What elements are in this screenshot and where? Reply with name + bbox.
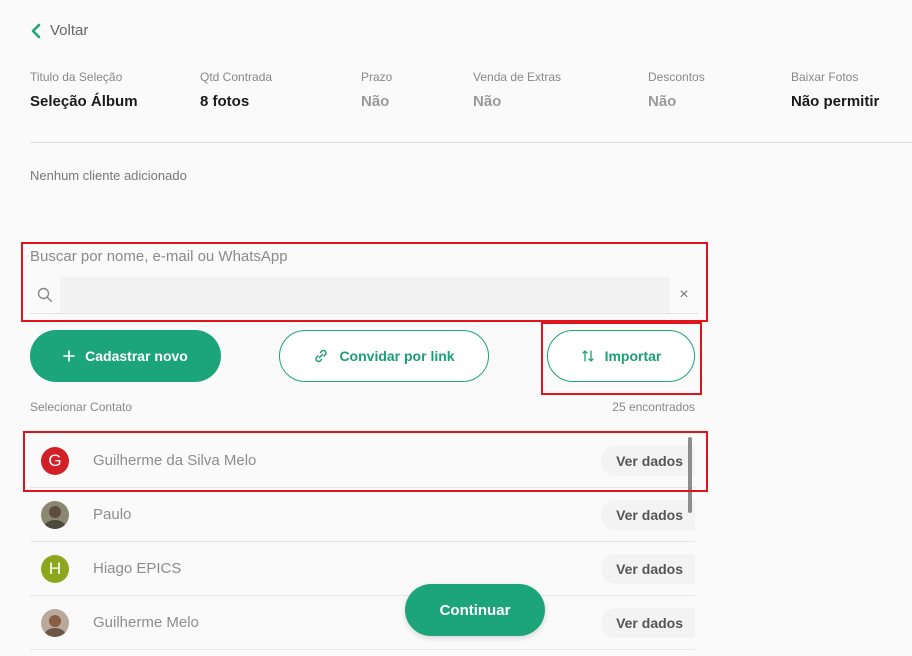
add-new-button[interactable]: Cadastrar novo bbox=[30, 330, 221, 382]
sort-arrows-icon bbox=[581, 350, 594, 362]
plus-icon bbox=[63, 350, 75, 362]
import-label: Importar bbox=[604, 348, 662, 364]
continue-button[interactable]: Continuar bbox=[405, 584, 545, 636]
info-quantity: Qtd Contrada 8 fotos bbox=[200, 70, 272, 110]
info-label: Baixar Fotos bbox=[791, 70, 859, 84]
search-label: Buscar por nome, e-mail ou WhatsApp bbox=[30, 248, 288, 265]
link-icon bbox=[315, 349, 328, 363]
info-discounts: Descontos Não bbox=[648, 70, 705, 110]
results-count: 25 encontrados bbox=[612, 400, 695, 414]
view-details-button[interactable]: Ver dados bbox=[601, 608, 695, 638]
info-label: Qtd Contrada bbox=[200, 70, 273, 84]
list-item[interactable]: Paulo Ver dados bbox=[30, 488, 695, 542]
back-label: Voltar bbox=[50, 22, 89, 39]
info-label: Titulo da Seleção bbox=[30, 70, 123, 84]
view-details-button[interactable]: Ver dados bbox=[601, 500, 695, 530]
list-item[interactable]: H Hiago EPICS Ver dados bbox=[30, 542, 695, 596]
info-label: Venda de Extras bbox=[473, 70, 562, 84]
chevron-left-icon bbox=[31, 23, 41, 38]
avatar bbox=[41, 500, 69, 529]
avatar: G bbox=[41, 446, 69, 475]
import-button[interactable]: Importar bbox=[547, 330, 695, 382]
info-extras: Venda de Extras Não bbox=[473, 70, 561, 110]
search-icon bbox=[30, 287, 60, 303]
contact-list: G Guilherme da Silva Melo Ver dados Paul… bbox=[30, 434, 695, 650]
select-contact-label: Selecionar Contato bbox=[30, 400, 133, 414]
search-bar: × bbox=[30, 276, 698, 314]
info-value: Não bbox=[648, 93, 677, 110]
back-link[interactable]: Voltar bbox=[30, 22, 88, 39]
info-download: Baixar Fotos Não permitir bbox=[791, 70, 879, 110]
info-label: Descontos bbox=[648, 70, 705, 84]
selection-info: Titulo da Seleção Seleção Álbum Qtd Cont… bbox=[0, 70, 912, 110]
clear-icon[interactable]: × bbox=[670, 286, 698, 304]
view-details-button[interactable]: Ver dados bbox=[601, 554, 695, 584]
avatar: H bbox=[41, 554, 69, 583]
info-value: Não bbox=[361, 93, 390, 110]
info-value: Não permitir bbox=[791, 93, 880, 110]
info-label: Prazo bbox=[361, 70, 393, 84]
add-new-label: Cadastrar novo bbox=[85, 348, 188, 364]
info-title: Titulo da Seleção Seleção Álbum bbox=[30, 70, 138, 110]
info-value: Não bbox=[473, 93, 502, 110]
list-item[interactable]: Guilherme Melo Ver dados bbox=[30, 596, 695, 650]
scrollbar[interactable] bbox=[688, 437, 692, 513]
avatar bbox=[41, 608, 69, 637]
search-input[interactable] bbox=[60, 276, 670, 313]
info-value: Seleção Álbum bbox=[30, 93, 138, 110]
info-value: 8 fotos bbox=[200, 93, 250, 110]
no-client-message: Nenhum cliente adicionado bbox=[30, 168, 187, 183]
divider bbox=[30, 142, 912, 143]
list-item[interactable]: G Guilherme da Silva Melo Ver dados bbox=[30, 434, 695, 488]
invite-link-label: Convidar por link bbox=[339, 348, 455, 364]
invite-link-button[interactable]: Convidar por link bbox=[279, 330, 489, 382]
view-details-button[interactable]: Ver dados bbox=[601, 446, 695, 476]
info-deadline: Prazo Não bbox=[361, 70, 392, 110]
